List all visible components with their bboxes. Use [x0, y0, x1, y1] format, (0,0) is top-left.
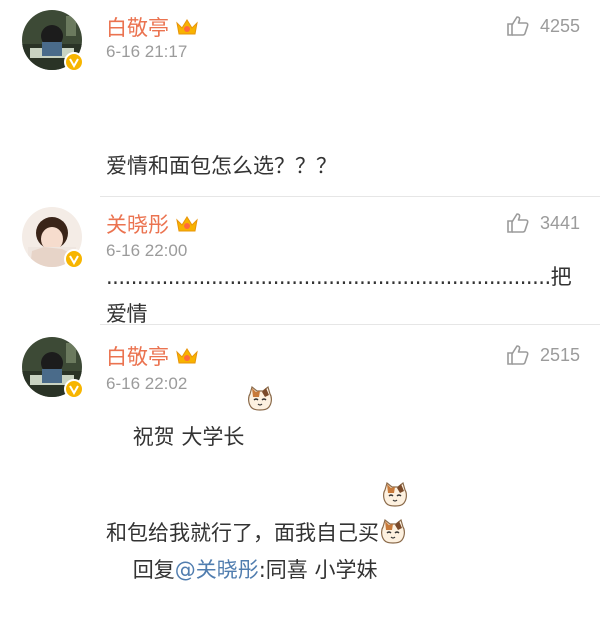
username-label: 白敬亭: [106, 16, 169, 40]
like-button[interactable]: 4255: [506, 14, 580, 38]
thumbs-up-icon: [507, 213, 529, 233]
verified-badge-icon: [64, 379, 84, 399]
like-count: 3441: [539, 212, 580, 233]
timestamp: 6-16 22:02: [106, 374, 188, 393]
comment-text: 回复@关晓彤:同喜 小学妹: [106, 407, 576, 626]
like-button[interactable]: 3441: [506, 211, 580, 235]
thumbs-up-icon: [507, 345, 529, 365]
avatar[interactable]: [22, 10, 84, 72]
comment-item: 关晓彤 6-16 22:00 3441 祝贺 大学长: [0, 197, 600, 449]
verified-badge-icon: [64, 52, 84, 72]
reply-prefix: 回复: [132, 558, 175, 582]
like-button[interactable]: 2515: [506, 343, 580, 367]
like-count: 4255: [539, 15, 580, 36]
vip-crown-icon: [175, 214, 199, 234]
timestamp: 6-16 21:17: [106, 42, 188, 61]
username[interactable]: 白敬亭: [106, 341, 199, 371]
cat-face-emoji-icon: [379, 444, 407, 544]
vip-crown-icon: [175, 17, 199, 37]
comment-item: 白敬亭 6-16 21:17 4255 爱情和面包怎么选？？？ ........…: [0, 0, 600, 545]
comment-line: 爱情和面包怎么选？？？: [106, 154, 337, 178]
avatar[interactable]: [22, 337, 84, 399]
avatar[interactable]: [22, 207, 84, 269]
username[interactable]: 关晓彤: [106, 209, 199, 239]
timestamp: 6-16 22:00: [106, 241, 188, 260]
thumbs-up-icon: [507, 16, 529, 36]
username-label: 白敬亭: [106, 345, 169, 369]
like-count: 2515: [539, 344, 580, 365]
verified-badge-icon: [64, 249, 84, 269]
mention-link[interactable]: @关晓彤: [175, 558, 259, 582]
vip-crown-icon: [175, 346, 199, 366]
comment-line-text: :同喜 小学妹: [258, 558, 378, 582]
comment-item: 白敬亭 6-16 22:02 2515 回复@关晓彤:同喜 小学妹: [0, 325, 600, 582]
username[interactable]: 白敬亭: [106, 12, 199, 42]
username-label: 关晓彤: [106, 213, 169, 237]
